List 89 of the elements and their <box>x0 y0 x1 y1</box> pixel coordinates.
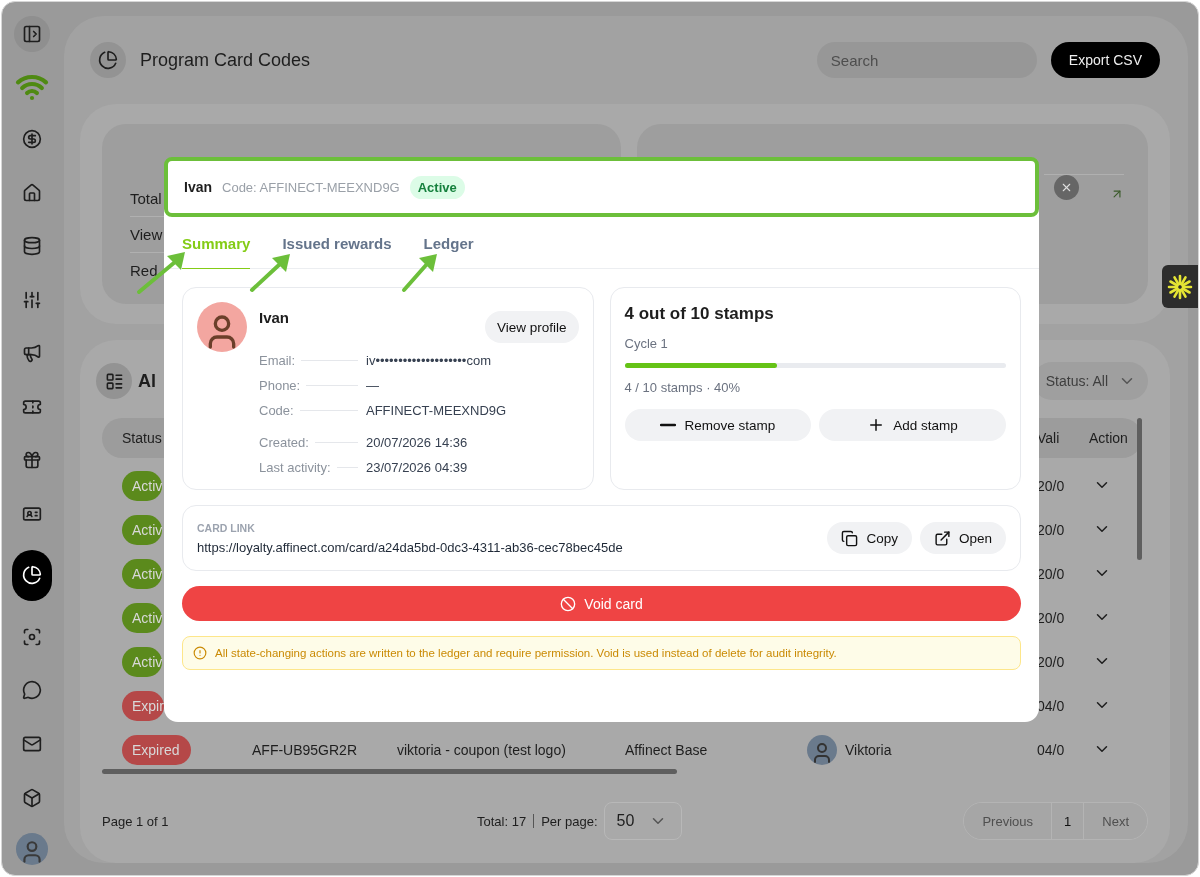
section-title: Al <box>138 370 156 392</box>
per-page-select[interactable]: 50 <box>603 802 682 840</box>
field-label: Created: <box>259 435 309 450</box>
user-avatar[interactable] <box>16 833 48 865</box>
status-badge: Activ <box>122 559 163 589</box>
sidebar-item[interactable] <box>12 549 52 602</box>
gift-icon <box>22 450 42 471</box>
pie-chart-icon <box>22 565 42 586</box>
progress-reading: 4 / 10 stamps · 40% <box>624 380 742 395</box>
table-cell-text: 20/0 <box>1037 654 1066 670</box>
horizontal-scrollbar[interactable] <box>102 769 677 774</box>
stamps-title: 4 out of 10 stamps <box>624 304 775 324</box>
status-badge: Active <box>409 175 465 199</box>
search-field[interactable]: Search <box>816 42 1037 78</box>
card-link-url: https://loyalty.affinect.com/card/a24da5bd-0dc3-4311-ab36-cec78bec45de <box>197 539 624 555</box>
page-info: Page 1 of 1 <box>102 813 170 829</box>
status-badge: Activ <box>122 603 163 633</box>
remove-stamp-button[interactable]: Remove stamp <box>624 409 812 441</box>
table-cell: Viktoria <box>845 742 892 758</box>
asterisk-icon <box>1167 273 1193 300</box>
field-value: 20/07/2026 14:36 <box>366 435 469 450</box>
stat-label: Red <box>130 262 158 279</box>
scan-icon <box>22 626 42 647</box>
minus-icon <box>660 423 677 427</box>
pointer-arrow <box>402 254 437 292</box>
table-cell-text: 20/0 <box>1037 566 1066 582</box>
pointer-arrow <box>250 254 290 292</box>
field-label: Last activity: <box>259 460 331 475</box>
column-header: Action <box>1089 430 1129 446</box>
field-value: — <box>366 378 380 393</box>
database-icon <box>22 236 42 257</box>
export-csv-button[interactable]: Export CSV <box>1050 42 1160 78</box>
stat-label: Total <box>130 189 162 207</box>
per-page-label: Per page: <box>541 813 598 829</box>
stat-label: View <box>130 226 163 243</box>
tab[interactable]: Issued rewards <box>282 235 392 269</box>
void-card-button[interactable]: Void card <box>182 586 1021 621</box>
cycle-label: Cycle 1 <box>624 336 669 351</box>
status-badge: Expir <box>122 691 164 721</box>
holder-name: Ivan <box>184 179 212 195</box>
field-label: Email: <box>259 353 296 368</box>
sliders-icon <box>22 289 42 310</box>
field-value: 23/07/2026 04:39 <box>366 460 469 475</box>
table-cell-text: 20/0 <box>1037 522 1066 538</box>
status-badge: Activ <box>122 471 163 501</box>
card-link-label: CARD LINK <box>197 521 256 534</box>
status-badge: Activ <box>122 647 163 677</box>
view-profile-button[interactable]: View profile <box>484 311 579 343</box>
add-stamp-button[interactable]: Add stamp <box>819 409 1006 441</box>
vertical-scrollbar[interactable] <box>1137 418 1142 560</box>
table-cell-text: AFF-UB95GR2R <box>252 742 359 758</box>
external-link-icon <box>933 529 951 547</box>
help-widget[interactable] <box>1162 265 1198 308</box>
money-icon <box>22 128 42 149</box>
field-value: iv••••••••••••••••••••com <box>366 353 492 368</box>
page-title: Program Card Codes <box>140 49 312 71</box>
megaphone-icon <box>22 343 42 364</box>
chat-icon <box>22 680 42 701</box>
field-label: Code: <box>259 403 294 418</box>
column-header: Status <box>121 430 163 446</box>
table-cell-text: Affinect Base <box>625 742 709 758</box>
sidebar-toggle-button[interactable] <box>14 16 50 52</box>
notice-text: All state-changing actions are written to the ledger and require permission. Void is used instead of delete for audit integrity. <box>215 647 837 659</box>
status-badge: Activ <box>122 515 163 545</box>
table-cell-text: 20/0 <box>1037 478 1066 494</box>
box-icon <box>22 787 42 808</box>
status-badge: Expired <box>122 735 192 765</box>
avatar-icon <box>807 735 837 765</box>
table-cell-text: 04/0 <box>1037 742 1066 758</box>
profile-name: Ivan <box>259 308 290 326</box>
home-icon <box>22 182 42 203</box>
avatar-icon <box>197 302 247 352</box>
copy-button[interactable]: Copy <box>827 522 912 554</box>
list-icon <box>96 363 132 399</box>
table-cell-text: 20/0 <box>1037 610 1066 626</box>
pie-chart-icon <box>90 42 126 78</box>
ban-icon <box>560 595 577 612</box>
table-cell-text: viktoria - coupon (test logo) <box>397 742 567 758</box>
close-icon <box>1060 181 1073 194</box>
panel-toggle-icon <box>22 23 42 44</box>
open-button[interactable]: Open <box>919 522 1006 554</box>
field-value: AFFINECT-MEEXND9G <box>366 403 508 418</box>
copy-icon <box>841 529 859 547</box>
card-code: Code: AFFINECT-MEEXND9G <box>222 179 400 195</box>
tab[interactable]: Ledger <box>423 235 474 269</box>
total-count: Total: 17 <box>477 813 527 829</box>
field-label: Phone: <box>259 378 301 393</box>
search-input[interactable]: Search <box>828 50 1032 70</box>
alert-icon <box>193 646 207 660</box>
